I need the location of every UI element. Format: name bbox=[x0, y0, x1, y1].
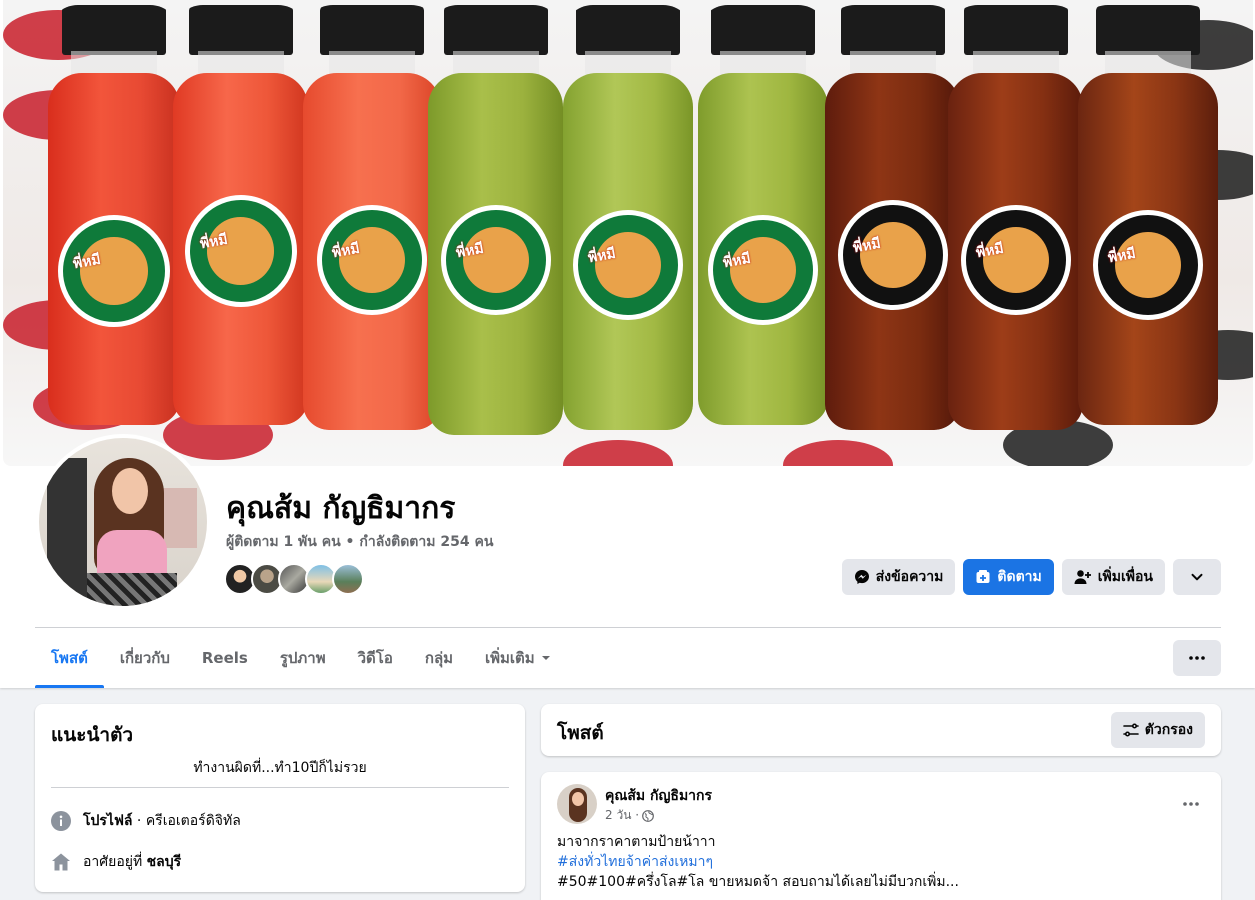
profile-header: พี่หมี พี่หมี พี่หมี พี่หมี พี่หมี พี่หม… bbox=[0, 0, 1255, 688]
tab-label: Reels bbox=[201, 649, 248, 667]
tab-groups[interactable]: กลุ่ม bbox=[409, 628, 469, 688]
tab-label: รูปภาพ bbox=[279, 649, 326, 667]
globe-icon bbox=[642, 809, 654, 822]
profile-picture[interactable] bbox=[35, 434, 211, 610]
post-time[interactable]: 2 วัน · bbox=[605, 806, 639, 825]
bottle-brown: พี่หมี bbox=[1078, 5, 1218, 425]
intro-title: แนะนำตัว bbox=[51, 724, 134, 746]
tab-label: กลุ่ม bbox=[424, 649, 454, 667]
tab-label: โพสต์ bbox=[51, 649, 88, 667]
filter-button[interactable]: ตัวกรอง bbox=[1110, 712, 1205, 748]
profile-tabs: โพสต์ เกี่ยวกับ Reels รูปภาพ วิดีโอ กลุ่… bbox=[35, 628, 567, 688]
tab-posts[interactable]: โพสต์ bbox=[35, 628, 104, 688]
follow-button[interactable]: ติดตาม bbox=[963, 559, 1054, 595]
bottle-red: พี่หมี bbox=[173, 5, 308, 425]
profile-label: โปรไฟล์ bbox=[83, 813, 133, 829]
profile-actions: ส่งข้อความ ติดตาม เพิ่มเพื่อน bbox=[841, 559, 1221, 595]
chevron-down-icon bbox=[1191, 573, 1203, 581]
bottle-green: พี่หมี bbox=[428, 5, 563, 435]
tab-label: เพิ่มเติม bbox=[485, 649, 535, 667]
more-horizontal-icon bbox=[1183, 802, 1199, 806]
filter-icon bbox=[1122, 723, 1139, 737]
intro-profile-text: โปรไฟล์ · ครีเอเตอร์ดิจิทัล bbox=[83, 810, 241, 832]
tab-about[interactable]: เกี่ยวกับ bbox=[104, 628, 186, 688]
add-friend-button[interactable]: เพิ่มเพื่อน bbox=[1061, 559, 1165, 595]
bottle-green: พี่หมี bbox=[563, 5, 693, 430]
add-friend-icon bbox=[1074, 570, 1091, 584]
filter-label: ตัวกรอง bbox=[1144, 722, 1193, 738]
intro-profile-row: โปรไฟล์ · ครีเอเตอร์ดิจิทัล bbox=[51, 810, 241, 832]
follow-icon bbox=[976, 570, 990, 583]
intro-card: แนะนำตัว ทำงานผิดที่...ทำ10ปีก็ไม่รวย โป… bbox=[35, 704, 525, 892]
intro-location-row: อาศัยอยู่ที่ ชลบุรี bbox=[51, 851, 181, 873]
profile-options-button[interactable] bbox=[1173, 559, 1221, 595]
post-more-options-button[interactable] bbox=[1173, 786, 1209, 822]
profile-category: · ครีเอเตอร์ดิจิทัล bbox=[132, 813, 241, 829]
profile-name[interactable]: คุณส้ม กัญธิมากร bbox=[226, 489, 455, 529]
home-icon bbox=[52, 853, 70, 871]
caret-down-icon bbox=[541, 656, 550, 660]
follow-label: ติดตาม bbox=[997, 569, 1042, 585]
bottle-brown: พี่หมี bbox=[948, 5, 1083, 430]
intro-bio: ทำงานผิดที่...ทำ10ปีก็ไม่รวย bbox=[193, 760, 367, 776]
lives-city[interactable]: ชลบุรี bbox=[147, 854, 182, 870]
cover-photo[interactable]: พี่หมี พี่หมี พี่หมี พี่หมี พี่หมี พี่หม… bbox=[3, 0, 1253, 466]
message-label: ส่งข้อความ bbox=[875, 569, 944, 585]
post-meta: 2 วัน · bbox=[605, 806, 654, 825]
post-text-line: มาจากราคาตามป้ายน้าาา bbox=[557, 834, 716, 850]
bottle-brown: พี่หมี bbox=[825, 5, 960, 430]
intro-divider bbox=[51, 787, 509, 788]
tab-label: เกี่ยวกับ bbox=[119, 649, 170, 667]
avatar bbox=[39, 438, 207, 606]
post-author-avatar[interactable] bbox=[557, 784, 597, 824]
tab-label: วิดีโอ bbox=[357, 649, 393, 667]
bottle-green: พี่หมี bbox=[698, 5, 828, 425]
bottle-red: พี่หมี bbox=[303, 5, 441, 430]
message-button[interactable]: ส่งข้อความ bbox=[841, 559, 956, 595]
post-author-name[interactable]: คุณส้ม กัญธิมากร bbox=[605, 785, 712, 807]
tab-photos[interactable]: รูปภาพ bbox=[264, 628, 342, 688]
bottle-red: พี่หมี bbox=[48, 5, 180, 425]
friend-avatars bbox=[224, 563, 364, 595]
info-icon bbox=[51, 811, 71, 831]
tab-videos[interactable]: วิดีโอ bbox=[342, 628, 409, 688]
add-friend-label: เพิ่มเพื่อน bbox=[1097, 569, 1153, 585]
posts-header-card: โพสต์ ตัวกรอง bbox=[541, 704, 1221, 756]
intro-location-text: อาศัยอยู่ที่ ชลบุรี bbox=[83, 851, 181, 873]
more-horizontal-icon bbox=[1189, 656, 1205, 660]
tab-reels[interactable]: Reels bbox=[186, 628, 264, 688]
messenger-icon bbox=[854, 570, 869, 584]
tab-more[interactable]: เพิ่มเติม bbox=[469, 628, 567, 688]
post-hashtag-link[interactable]: #ส่งทั่วไทยจ้าค่าส่งเหมาๆ bbox=[557, 852, 713, 872]
post-text-line: #50#100#ครึ่งโล#โล ขายหมดจ้า สอบถามได้เล… bbox=[557, 874, 959, 890]
tabs-more-options-button[interactable] bbox=[1173, 640, 1221, 676]
lives-prefix: อาศัยอยู่ที่ bbox=[83, 854, 147, 870]
posts-title: โพสต์ bbox=[557, 722, 604, 744]
friend-avatar[interactable] bbox=[332, 563, 364, 595]
post-card: คุณส้ม กัญธิมากร 2 วัน · มาจากราคาตามป้า… bbox=[541, 772, 1221, 900]
follower-stats[interactable]: ผู้ติดตาม 1 พัน คน • กำลังติดตาม 254 คน bbox=[226, 533, 493, 551]
